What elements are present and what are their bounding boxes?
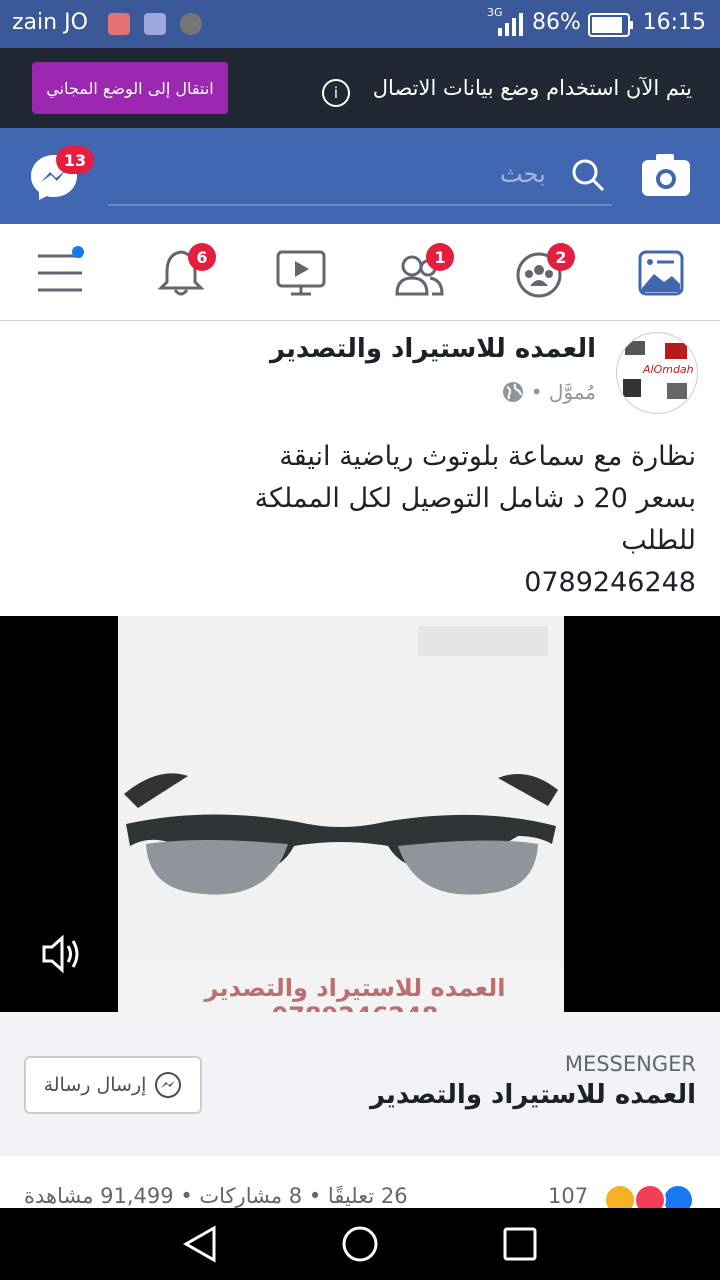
nav-bar — [0, 224, 720, 321]
data-mode-message: يتم الآن استخدام وضع بيانات الاتصال — [372, 76, 692, 100]
notification-app-icon — [108, 13, 130, 35]
carrier-name: zain JO — [12, 10, 88, 35]
search-icon[interactable] — [570, 157, 606, 193]
sponsored-text: مُموَّل — [548, 380, 596, 404]
notifications-badge: 6 — [188, 243, 216, 271]
news-feed-icon[interactable] — [638, 250, 684, 296]
clock: 16:15 — [642, 10, 706, 35]
post-line: للطلب — [621, 525, 696, 556]
send-message-button[interactable]: إرسال رسالة — [24, 1056, 202, 1114]
cta-page-name: العمده للاستيراد والتصدير — [369, 1080, 696, 1110]
avatar-notification-icon — [180, 13, 202, 35]
send-message-label: إرسال رسالة — [43, 1074, 147, 1096]
friends-badge: 1 — [426, 243, 454, 271]
recents-icon[interactable] — [502, 1226, 538, 1262]
home-icon[interactable] — [340, 1224, 380, 1264]
sponsored-label: مُموَّل • — [502, 380, 596, 404]
page-name[interactable]: العمده للاستيراد والتصدير — [270, 334, 596, 364]
comments-count[interactable]: 26 تعليقًا — [328, 1184, 408, 1208]
battery-icon — [588, 13, 633, 37]
messenger-badge: 13 — [56, 146, 94, 174]
page-avatar[interactable]: AlOmdah — [616, 332, 698, 414]
menu-dot — [72, 246, 84, 258]
views-count: 91,499 مشاهدة — [24, 1184, 174, 1208]
shares-count[interactable]: 8 مشاركات — [199, 1184, 302, 1208]
post-stats[interactable]: 26 تعليقًا • 8 مشاركات • 91,499 مشاهدة — [24, 1184, 408, 1208]
status-bar: zain JO 3G 86% 16:15 — [0, 0, 720, 48]
gallery-notification-icon — [144, 13, 166, 35]
search-input[interactable]: بحث — [500, 160, 546, 188]
battery-percent: 86% — [532, 10, 581, 35]
sunglasses-image — [124, 626, 558, 895]
camera-icon[interactable] — [640, 152, 692, 198]
messenger-label: MESSENGER — [564, 1052, 696, 1076]
globe-icon — [503, 382, 524, 402]
search-underline — [108, 204, 612, 206]
watch-video-icon[interactable] — [276, 250, 326, 296]
post-line: نظارة مع سماعة بلوتوث رياضية انيقة — [279, 441, 696, 472]
groups-badge: 2 — [547, 243, 575, 271]
messenger-small-icon — [155, 1072, 182, 1098]
info-icon[interactable]: i — [322, 79, 350, 107]
post-body: نظارة مع سماعة بلوتوث رياضية انيقة بسعر … — [16, 436, 696, 604]
post-line: بسعر 20 د شامل التوصيل لكل المملكة — [254, 483, 696, 514]
post-phone[interactable]: 0789246248 — [16, 562, 696, 604]
signal-icon — [498, 13, 523, 36]
back-icon[interactable] — [180, 1224, 220, 1264]
volume-icon[interactable] — [40, 932, 84, 976]
switch-free-mode-button[interactable]: انتقال إلى الوضع المجاني — [32, 62, 228, 114]
top-header — [0, 128, 720, 224]
avatar-logo-text: AlOmdah — [643, 363, 694, 376]
reactions-count[interactable]: 107 — [548, 1184, 588, 1208]
